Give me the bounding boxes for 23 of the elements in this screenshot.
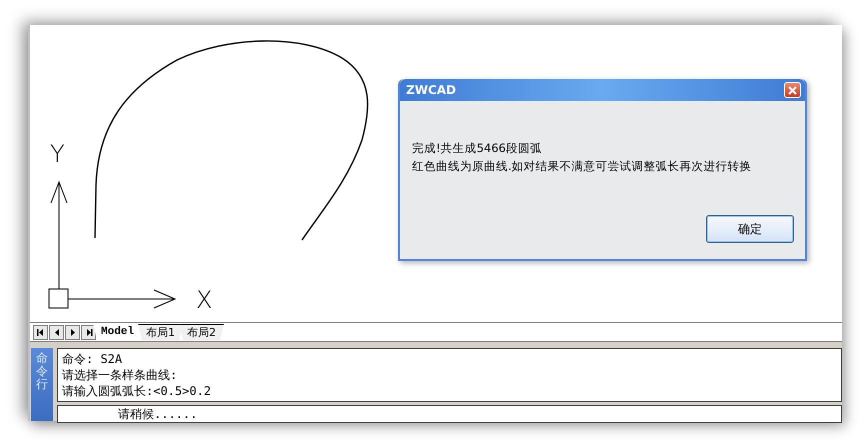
close-icon [788, 86, 797, 94]
first-page-icon [36, 328, 45, 336]
layout-nav-button[interactable] [33, 324, 48, 340]
close-button[interactable] [784, 82, 801, 98]
dialog-title: ZWCAD [406, 83, 456, 97]
layout-nav-button[interactable] [49, 324, 64, 340]
next-icon [68, 328, 77, 336]
command-panel-title: 命令行 [36, 352, 48, 392]
command-input[interactable]: 请稍候...... [57, 405, 842, 423]
ucs-icon [48, 180, 176, 308]
layout-tab[interactable]: 布局1 [138, 324, 184, 340]
x-axis-label: X [196, 286, 212, 314]
dialog-message: 红色曲线为原曲线.如对结果不满意可尝试调整弧长再次进行转换 [412, 158, 753, 175]
command-history-line: 请选择一条样条曲线: [62, 367, 178, 383]
layout-nav-button[interactable] [65, 324, 80, 340]
last-page-icon [84, 328, 93, 336]
dialog-message: 完成!共生成5466段圆弧 [412, 140, 543, 157]
y-axis-label: Y [50, 140, 65, 168]
command-history-line: 命令: S2A [62, 351, 124, 367]
command-history-line: 请输入圆弧弧长:<0.5>0.2 [62, 383, 212, 399]
ok-button[interactable]: 确定 [706, 215, 794, 243]
layout-nav-button[interactable] [81, 324, 96, 340]
layout-tab[interactable]: 布局2 [179, 324, 224, 340]
